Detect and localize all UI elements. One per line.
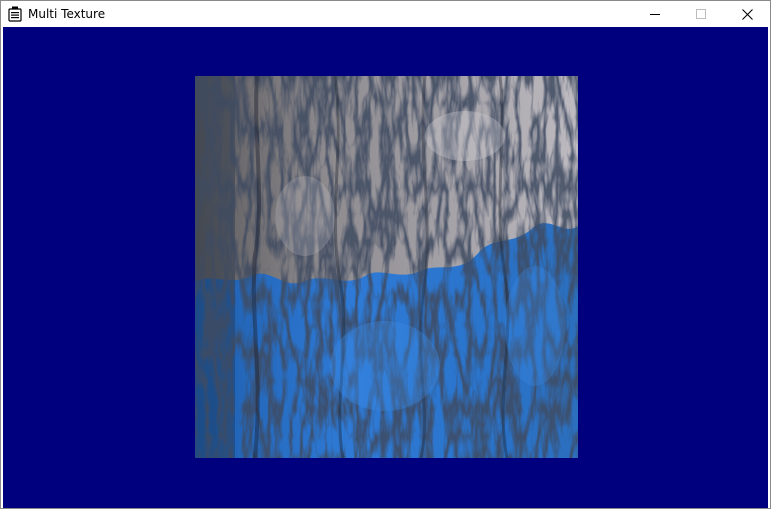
window-title: Multi Texture — [28, 7, 106, 21]
title-bar[interactable]: Multi Texture — [1, 1, 770, 27]
textured-quad — [195, 76, 578, 458]
tree-bark-texture — [195, 76, 578, 458]
minimize-button[interactable] — [632, 1, 678, 27]
maximize-button[interactable] — [678, 1, 724, 27]
minimize-icon — [650, 14, 660, 15]
close-icon — [741, 8, 753, 20]
application-window: Multi Texture — [0, 0, 771, 509]
close-button[interactable] — [724, 1, 770, 27]
render-viewport[interactable] — [3, 27, 768, 508]
window-app-icon[interactable] — [8, 6, 22, 22]
maximize-icon — [696, 9, 706, 19]
